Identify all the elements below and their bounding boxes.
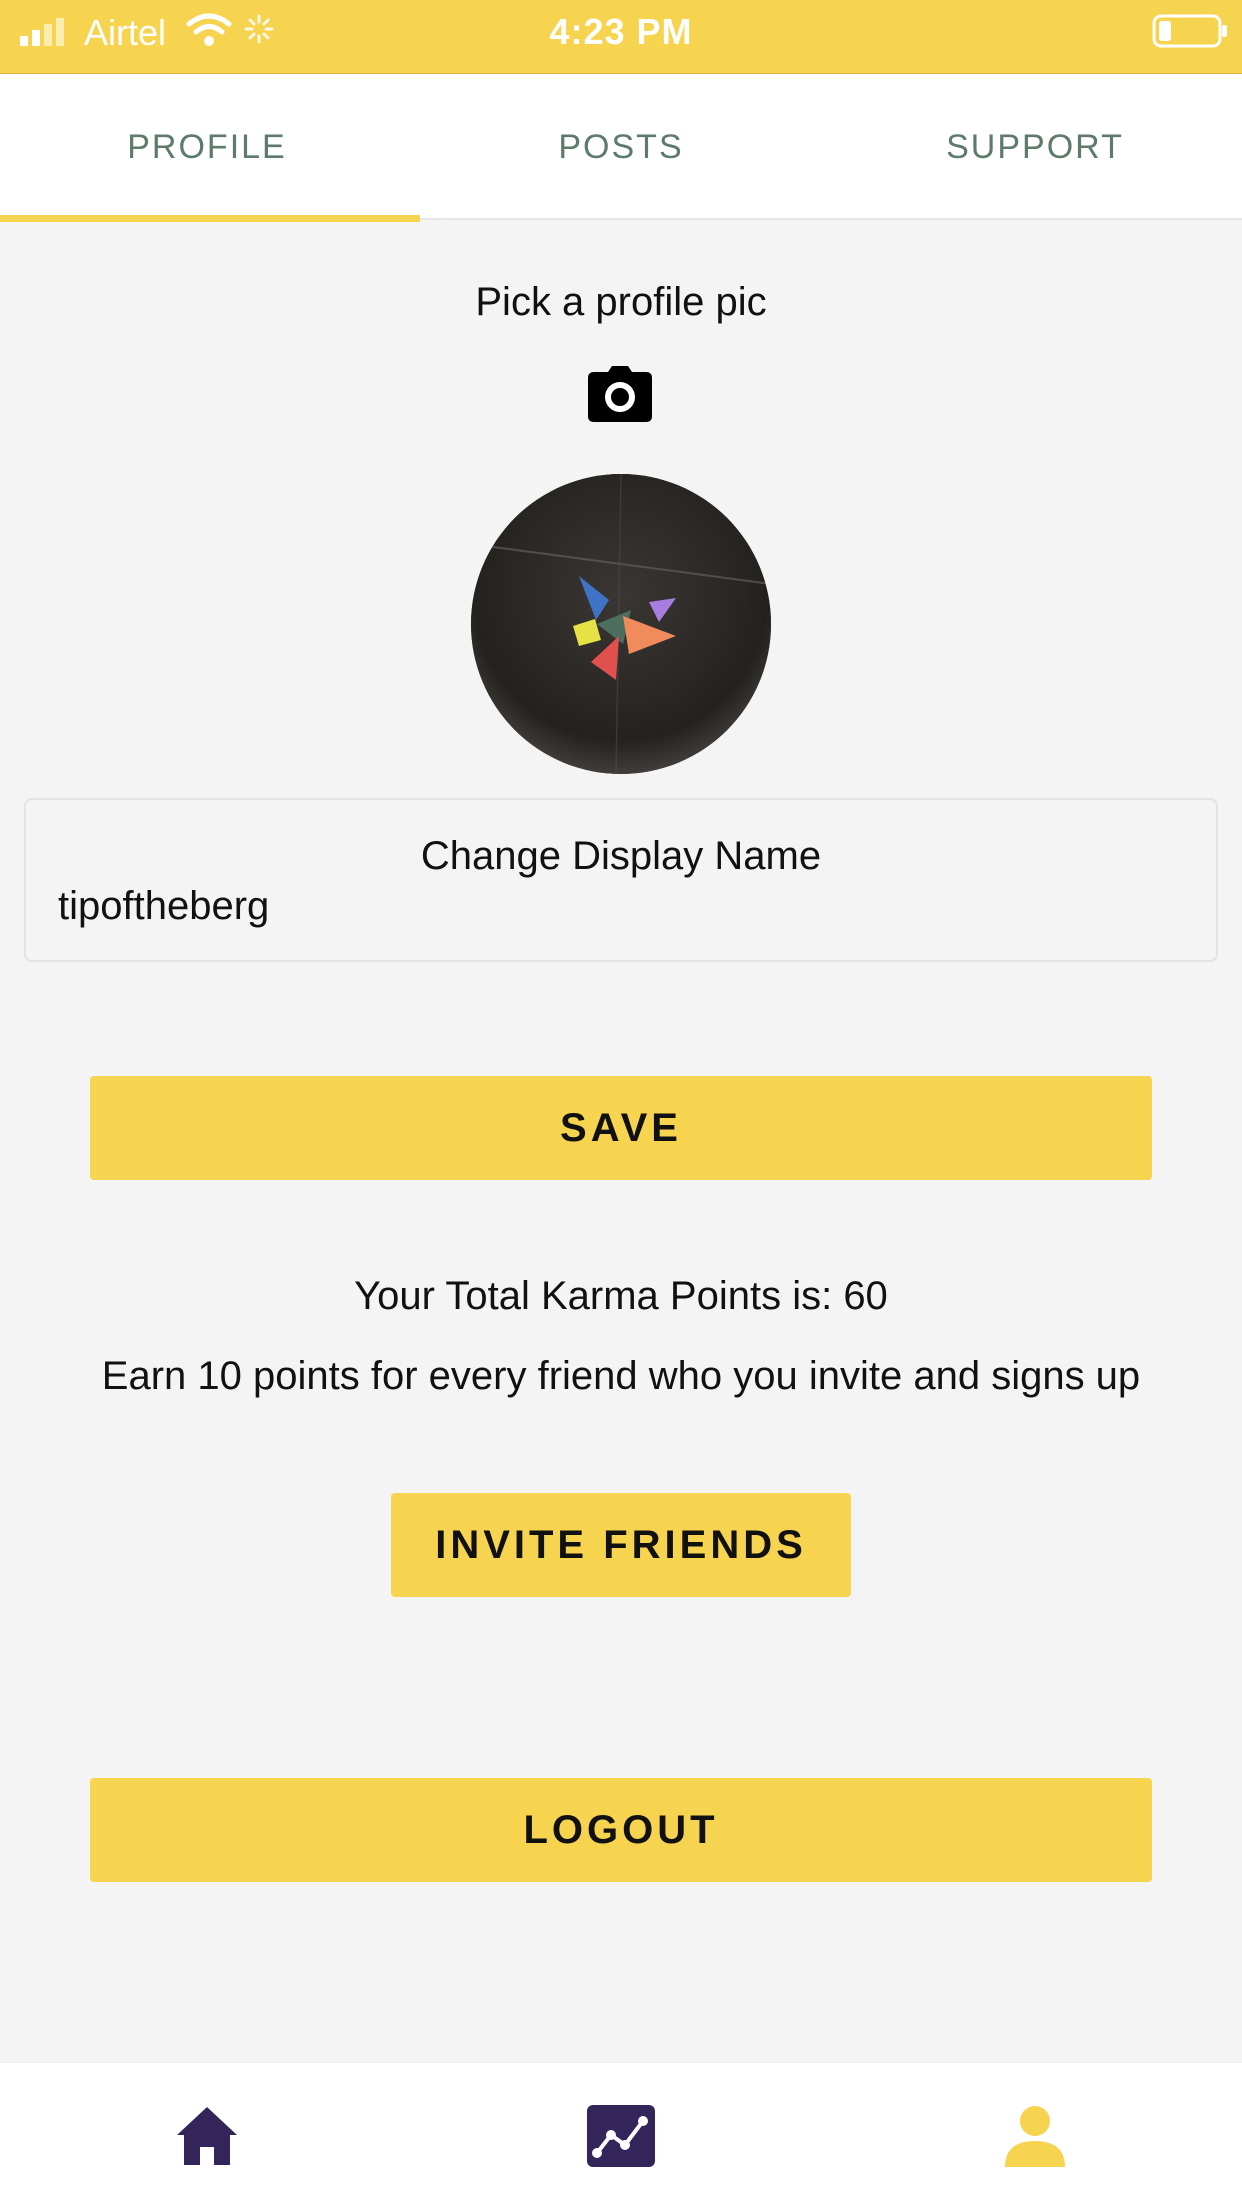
karma-points-text: Your Total Karma Points is: 60 bbox=[354, 1274, 888, 1318]
logout-button[interactable]: LOGOUT bbox=[90, 1778, 1152, 1882]
profile-screen: Airtel 4:23 PM PROFILE POSTS SUPPORT Pic… bbox=[0, 0, 1242, 2208]
profile-icon bbox=[1005, 2106, 1065, 2167]
camera-icon[interactable] bbox=[588, 366, 652, 422]
profile-avatar[interactable] bbox=[471, 474, 771, 774]
tab-support[interactable]: SUPPORT bbox=[828, 74, 1242, 220]
chart-icon bbox=[587, 2105, 655, 2167]
tab-profile[interactable]: PROFILE bbox=[0, 74, 420, 222]
home-icon bbox=[177, 2107, 237, 2165]
nav-home[interactable] bbox=[0, 2063, 414, 2208]
pick-profile-pic-label: Pick a profile pic bbox=[475, 280, 767, 324]
battery-icon bbox=[1152, 14, 1227, 48]
display-name-input[interactable]: tipoftheberg bbox=[58, 884, 269, 929]
tab-posts[interactable]: POSTS bbox=[414, 74, 828, 220]
nav-stats[interactable] bbox=[414, 2063, 828, 2208]
bottom-nav bbox=[0, 2062, 1242, 2208]
save-button[interactable]: SAVE bbox=[90, 1076, 1152, 1180]
nav-profile[interactable] bbox=[828, 2063, 1242, 2208]
status-time: 4:23 PM bbox=[549, 11, 693, 52]
top-tab-bar: PROFILE POSTS SUPPORT bbox=[0, 74, 1242, 222]
display-name-field[interactable]: Change Display Name tipoftheberg bbox=[24, 798, 1218, 962]
earn-points-text: Earn 10 points for every friend who you … bbox=[101, 1354, 1141, 1398]
invite-friends-button[interactable]: INVITE FRIENDS bbox=[391, 1493, 851, 1597]
status-bar: Airtel 4:23 PM bbox=[0, 0, 1242, 74]
display-name-label: Change Display Name bbox=[420, 834, 822, 878]
